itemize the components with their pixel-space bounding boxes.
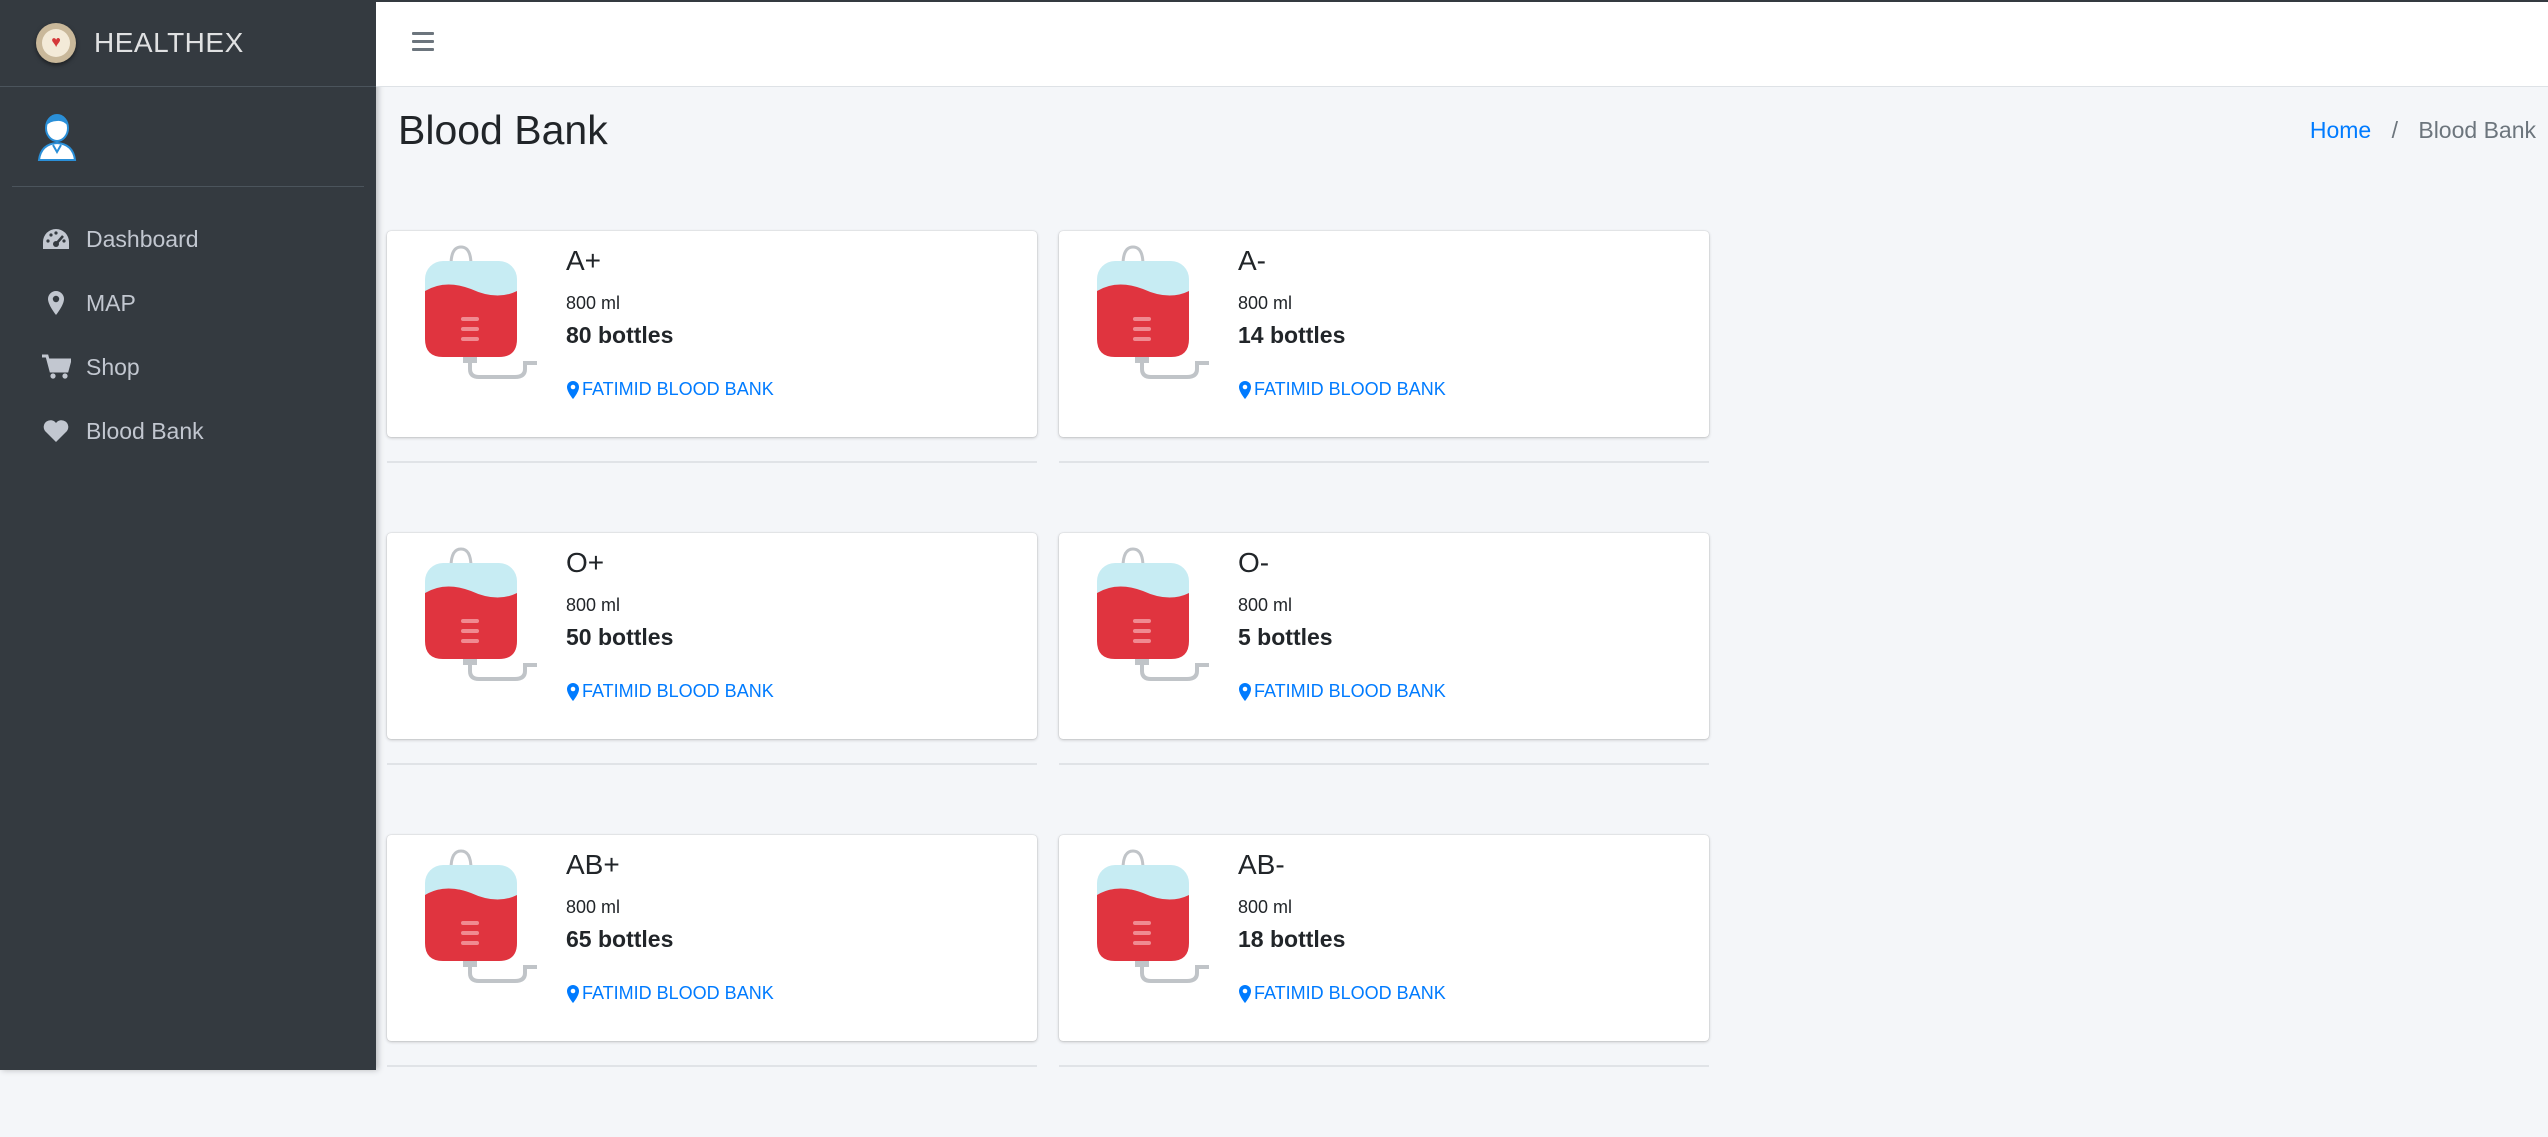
- menu-toggle-icon[interactable]: [412, 32, 434, 54]
- map-marker-icon: [1239, 984, 1251, 1003]
- bottle-count: 14 bottles: [1238, 322, 1346, 348]
- location-label: FATIMID BLOOD BANK: [1254, 681, 1446, 701]
- blood-bag-icon: [425, 547, 537, 681]
- blood-type: O-: [1238, 547, 1270, 578]
- card-column: AB+ 800 ml 65 bottles FATIMID BLOOD BANK: [387, 835, 1037, 1137]
- sidebar-item-label: Shop: [86, 353, 140, 380]
- volume: 800 ml: [566, 293, 621, 313]
- card-body: AB+ 800 ml 65 bottles FATIMID BLOOD BANK: [566, 849, 774, 1004]
- location-link[interactable]: FATIMID BLOOD BANK: [566, 983, 774, 1004]
- content-header: Blood Bank Home / Blood Bank: [376, 87, 2548, 187]
- user-avatar-icon[interactable]: [36, 112, 78, 162]
- blood-card[interactable]: AB- 800 ml 18 bottles FATIMID BLOOD BANK: [1059, 835, 1709, 1041]
- map-marker-icon: [567, 380, 579, 399]
- volume: 800 ml: [1238, 595, 1293, 615]
- card-body: A- 800 ml 14 bottles FATIMID BLOOD BANK: [1238, 245, 1446, 400]
- breadcrumb-home-link[interactable]: Home: [2310, 117, 2371, 143]
- location-link[interactable]: FATIMID BLOOD BANK: [1238, 983, 1446, 1004]
- divider: [387, 763, 1037, 765]
- tachometer-icon: [40, 225, 72, 253]
- divider: [1059, 1065, 1709, 1067]
- blood-bag-icon: [1097, 849, 1209, 983]
- breadcrumb-current: Blood Bank: [2418, 117, 2536, 143]
- sidebar-item-dashboard[interactable]: Dashboard: [0, 207, 376, 271]
- blood-card[interactable]: A+ 800 ml 80 bottles FATIMID BLOOD BANK: [387, 231, 1037, 437]
- location-label: FATIMID BLOOD BANK: [582, 681, 774, 701]
- sidebar-item-label: MAP: [86, 289, 136, 316]
- volume: 800 ml: [566, 897, 621, 917]
- blood-type: AB+: [566, 849, 620, 880]
- location-label: FATIMID BLOOD BANK: [1254, 983, 1446, 1003]
- sidebar-item-label: Blood Bank: [86, 417, 204, 444]
- brand-logo-icon: ♥: [36, 23, 76, 63]
- divider: [1059, 763, 1709, 765]
- card-column: AB- 800 ml 18 bottles FATIMID BLOOD BANK: [1059, 835, 1709, 1137]
- bottle-count: 50 bottles: [566, 624, 674, 650]
- breadcrumb-separator: /: [2391, 117, 2398, 143]
- location-link[interactable]: FATIMID BLOOD BANK: [1238, 379, 1446, 400]
- blood-card[interactable]: A- 800 ml 14 bottles FATIMID BLOOD BANK: [1059, 231, 1709, 437]
- card-column: O- 800 ml 5 bottles FATIMID BLOOD BANK: [1059, 533, 1709, 835]
- bottle-count: 18 bottles: [1238, 926, 1346, 952]
- card-body: O+ 800 ml 50 bottles FATIMID BLOOD BANK: [566, 547, 774, 702]
- cart-icon: [40, 353, 72, 381]
- volume: 800 ml: [566, 595, 621, 615]
- card-row: AB+ 800 ml 65 bottles FATIMID BLOOD BANK: [387, 835, 1717, 1137]
- page-title: Blood Bank: [398, 107, 608, 153]
- sidebar: ♥ HEALTHEX Dashboard MAP Shop Blood Bank: [0, 0, 376, 1070]
- blood-card[interactable]: O- 800 ml 5 bottles FATIMID BLOOD BANK: [1059, 533, 1709, 739]
- bottle-count: 65 bottles: [566, 926, 674, 952]
- blood-type: AB-: [1238, 849, 1285, 880]
- sidebar-nav: Dashboard MAP Shop Blood Bank: [0, 187, 376, 463]
- volume: 800 ml: [1238, 897, 1293, 917]
- sidebar-item-blood-bank[interactable]: Blood Bank: [0, 399, 376, 463]
- map-marker-icon: [1239, 380, 1251, 399]
- map-marker-icon: [567, 682, 579, 701]
- blood-card[interactable]: AB+ 800 ml 65 bottles FATIMID BLOOD BANK: [387, 835, 1037, 1041]
- location-label: FATIMID BLOOD BANK: [1254, 379, 1446, 399]
- blood-bag-icon: [425, 849, 537, 983]
- card-body: A+ 800 ml 80 bottles FATIMID BLOOD BANK: [566, 245, 774, 400]
- blood-card-grid: A+ 800 ml 80 bottles FATIMID BLOOD BANK: [387, 231, 1717, 1137]
- bottle-count: 80 bottles: [566, 322, 674, 348]
- map-marker-icon: [40, 289, 72, 317]
- location-label: FATIMID BLOOD BANK: [582, 983, 774, 1003]
- top-navbar: [376, 0, 2548, 87]
- card-column: O+ 800 ml 50 bottles FATIMID BLOOD BANK: [387, 533, 1037, 835]
- blood-card[interactable]: O+ 800 ml 50 bottles FATIMID BLOOD BANK: [387, 533, 1037, 739]
- card-column: A+ 800 ml 80 bottles FATIMID BLOOD BANK: [387, 231, 1037, 533]
- bottle-count: 5 bottles: [1238, 624, 1333, 650]
- card-body: AB- 800 ml 18 bottles FATIMID BLOOD BANK: [1238, 849, 1446, 1004]
- brand-link[interactable]: ♥ HEALTHEX: [0, 0, 376, 87]
- divider: [387, 461, 1037, 463]
- card-column: A- 800 ml 14 bottles FATIMID BLOOD BANK: [1059, 231, 1709, 533]
- volume: 800 ml: [1238, 293, 1293, 313]
- divider: [387, 1065, 1037, 1067]
- breadcrumb: Home / Blood Bank: [2310, 117, 2536, 144]
- sidebar-item-map[interactable]: MAP: [0, 271, 376, 335]
- card-row: O+ 800 ml 50 bottles FATIMID BLOOD BANK: [387, 533, 1717, 835]
- map-marker-icon: [1239, 682, 1251, 701]
- sidebar-item-label: Dashboard: [86, 225, 199, 252]
- brand-name: HEALTHEX: [94, 27, 244, 58]
- blood-type: O+: [566, 547, 605, 578]
- blood-bag-icon: [425, 245, 537, 379]
- sidebar-item-shop[interactable]: Shop: [0, 335, 376, 399]
- user-panel: [12, 87, 364, 187]
- divider: [1059, 461, 1709, 463]
- blood-type: A-: [1238, 245, 1266, 276]
- location-link[interactable]: FATIMID BLOOD BANK: [566, 681, 774, 702]
- blood-bag-icon: [1097, 547, 1209, 681]
- heart-icon: [40, 417, 72, 445]
- blood-type: A+: [566, 245, 602, 276]
- location-link[interactable]: FATIMID BLOOD BANK: [566, 379, 774, 400]
- blood-bag-icon: [1097, 245, 1209, 379]
- card-row: A+ 800 ml 80 bottles FATIMID BLOOD BANK: [387, 231, 1717, 533]
- location-link[interactable]: FATIMID BLOOD BANK: [1238, 681, 1446, 702]
- location-label: FATIMID BLOOD BANK: [582, 379, 774, 399]
- card-body: O- 800 ml 5 bottles FATIMID BLOOD BANK: [1238, 547, 1446, 702]
- map-marker-icon: [567, 984, 579, 1003]
